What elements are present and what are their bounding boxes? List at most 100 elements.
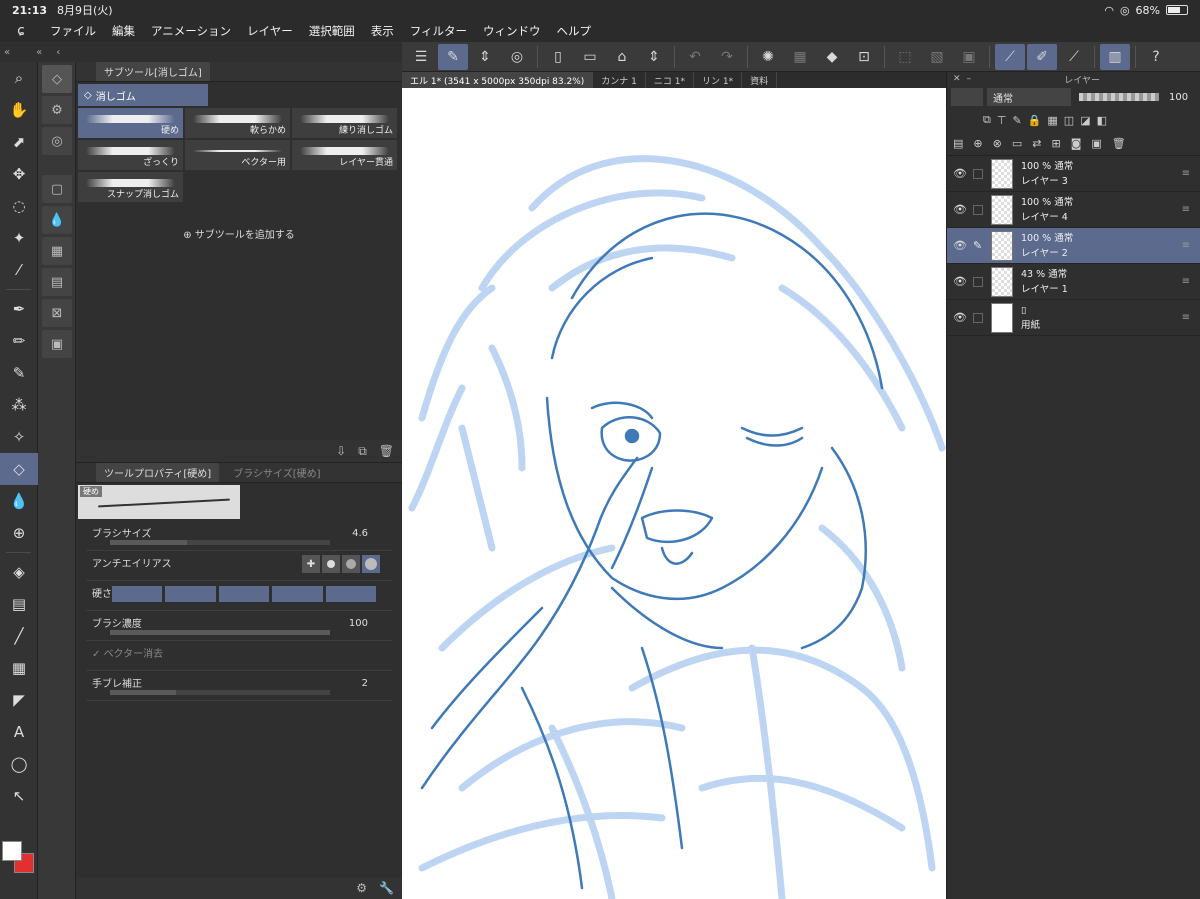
pen-icon[interactable]: ✒ [0, 293, 38, 325]
operation-tool-icon[interactable]: ⬈ [0, 126, 38, 158]
drawing-canvas[interactable] [402, 88, 946, 899]
hamburger-menu-icon[interactable]: ☰ [406, 44, 436, 70]
save-icon[interactable]: ⌂ [607, 44, 637, 70]
aa-mid-icon[interactable] [342, 555, 360, 573]
subtool-group-bar[interactable]: ◇ 消しゴム [78, 84, 208, 106]
foreground-color[interactable] [2, 841, 22, 861]
layer-row[interactable]: 👁 100 % 通常 レイヤー 3 ≡ [947, 156, 1200, 192]
brush-item[interactable]: ベクター用 [185, 140, 290, 170]
transfer-icon[interactable]: ⇄ [1032, 137, 1041, 150]
layer-mask-icon[interactable]: ◙ [1071, 137, 1082, 150]
balloon-icon[interactable]: ◯ [0, 748, 38, 780]
lasso-icon[interactable]: ◌ [0, 190, 38, 222]
hardness-row[interactable]: 硬さ [86, 581, 392, 611]
doc-tab[interactable]: ニコ 1* [646, 72, 694, 88]
brush-item[interactable]: 軟らかめ [185, 108, 290, 138]
layer-color-icon[interactable]: ◧ [1097, 114, 1107, 127]
layer-row[interactable]: 👁 43 % 通常 レイヤー 1 ≡ [947, 264, 1200, 300]
color-swatches[interactable] [2, 841, 36, 875]
eye-icon[interactable]: 👁 [947, 311, 973, 324]
collapse-subtool-icon[interactable]: « [36, 47, 42, 58]
trash-icon[interactable]: 🗑 [379, 444, 394, 458]
hardness-cell[interactable] [165, 586, 216, 602]
eraser-settings-icon[interactable]: ⚙ [42, 96, 72, 124]
aa-strong-icon[interactable] [362, 555, 380, 573]
wrench-icon[interactable]: 🔧 [379, 881, 394, 895]
eraser-sub-icon[interactable]: ◎ [42, 127, 72, 155]
hardness-cell[interactable] [272, 586, 323, 602]
drag-handle-icon[interactable]: ≡ [1182, 168, 1190, 179]
subtool-tab[interactable]: サブツール[消しゴム] [96, 62, 210, 81]
ruler-snap-icon[interactable]: ⟋ [995, 43, 1025, 70]
density-row[interactable]: ブラシ濃度 100 [86, 611, 392, 641]
frame-icon[interactable]: ▦ [0, 652, 38, 684]
menu-window[interactable]: ウィンドウ [475, 23, 549, 39]
redo-icon[interactable]: ↷ [712, 44, 742, 70]
doc-tab[interactable]: カンナ 1 [593, 72, 646, 88]
panel-icon-2[interactable]: 💧 [42, 206, 72, 234]
new-vector-icon[interactable]: ⊗ [993, 137, 1002, 150]
vector-erase-row[interactable]: ✓ ベクター消去 [86, 641, 392, 671]
crop-icon[interactable]: ▣ [954, 44, 984, 70]
zoom-tool-icon[interactable]: ⌕ [0, 62, 38, 94]
transform-icon[interactable]: ⊡ [849, 44, 879, 70]
menu-file[interactable]: ファイル [42, 23, 104, 39]
clip-icon[interactable]: ⧉ [983, 113, 991, 127]
open-folder-icon[interactable]: ▭ [575, 44, 605, 70]
new-raster-icon[interactable]: ⊕ [973, 137, 982, 150]
eye-icon[interactable]: 👁 [947, 275, 973, 288]
layer-color-box[interactable] [951, 88, 983, 106]
doc-tab[interactable]: リン 1* [694, 72, 743, 88]
eyedropper-icon[interactable]: ⁄ [0, 254, 38, 286]
menu-help[interactable]: ヘルプ [548, 23, 599, 39]
tool-property-tab[interactable]: ツールプロパティ[硬め] [96, 463, 220, 482]
panel-icon-5[interactable]: ⊠ [42, 299, 72, 327]
panel-icon-3[interactable]: ▦ [42, 237, 72, 265]
stabilization-row[interactable]: 手ブレ補正 2 [86, 671, 392, 701]
blend-mode-select[interactable]: 通常 [987, 88, 1071, 106]
brush-item[interactable]: ざっくり [78, 140, 183, 170]
brush-item[interactable]: スナップ消しゴム [78, 172, 183, 202]
eraser-icon[interactable]: ◇ [0, 453, 38, 485]
aa-weak-icon[interactable] [322, 555, 340, 573]
menu-animation[interactable]: アニメーション [143, 23, 239, 39]
airbrush-icon[interactable]: ⁂ [0, 389, 38, 421]
undo-icon[interactable]: ↶ [680, 44, 710, 70]
collapse-left-icon[interactable]: « [4, 47, 10, 58]
new-file-icon[interactable]: ▯ [543, 44, 573, 70]
density-slider[interactable] [110, 630, 330, 635]
doc-tab[interactable]: 資料 [742, 72, 778, 88]
brush-snap-icon[interactable]: ✐ [1027, 43, 1057, 70]
drag-handle-icon[interactable]: ≡ [1182, 276, 1190, 287]
device-icon[interactable]: ▥ [1100, 43, 1130, 70]
delete-layer-icon[interactable]: 🗑 [1112, 137, 1126, 150]
deselect-icon[interactable]: ⬚ [890, 44, 920, 70]
magic-wand-icon[interactable]: ✦ [0, 222, 38, 254]
aa-none-icon[interactable]: ✚ [302, 555, 320, 573]
reference-icon[interactable]: ⊤ [997, 114, 1007, 127]
menu-view[interactable]: 表示 [363, 23, 402, 39]
pencil-icon[interactable]: ✏ [0, 325, 38, 357]
stabilization-slider[interactable] [110, 690, 330, 695]
menu-layer[interactable]: レイヤー [239, 23, 301, 39]
lock-alpha-icon[interactable]: ▦ [1047, 114, 1057, 127]
add-subtool-button[interactable]: ⊕ サブツールを追加する [76, 226, 402, 241]
layer-row[interactable]: 👁 ✎ 100 % 通常 レイヤー 2 ≡ [947, 228, 1200, 264]
companion-icon[interactable]: ◎ [502, 44, 532, 70]
menu-filter[interactable]: フィルター [402, 23, 475, 39]
apply-mask-icon[interactable]: ▣ [1091, 137, 1101, 150]
eraser-group-icon[interactable]: ◇ [42, 65, 72, 93]
panel-icon-4[interactable]: ▤ [42, 268, 72, 296]
eye-icon[interactable]: 👁 [947, 203, 973, 216]
merge-icon[interactable]: ⊞ [1051, 137, 1060, 150]
minimize-icon[interactable]: – [967, 74, 972, 84]
gradient-icon[interactable]: ▤ [0, 588, 38, 620]
stepper2-icon[interactable]: ⇕ [639, 44, 669, 70]
duplicate-icon[interactable]: ⧉ [358, 444, 367, 459]
opacity-slider[interactable] [1079, 93, 1159, 101]
close-icon[interactable]: ✕ [953, 74, 961, 84]
brush-item[interactable]: 練り消しゴム [292, 108, 397, 138]
grid-icon[interactable]: ⊕ [0, 517, 38, 549]
doc-tab[interactable]: エル 1* (3541 x 5000px 350dpi 83.2%) [402, 72, 594, 88]
ruler-toggle-icon[interactable]: ◪ [1080, 114, 1090, 127]
